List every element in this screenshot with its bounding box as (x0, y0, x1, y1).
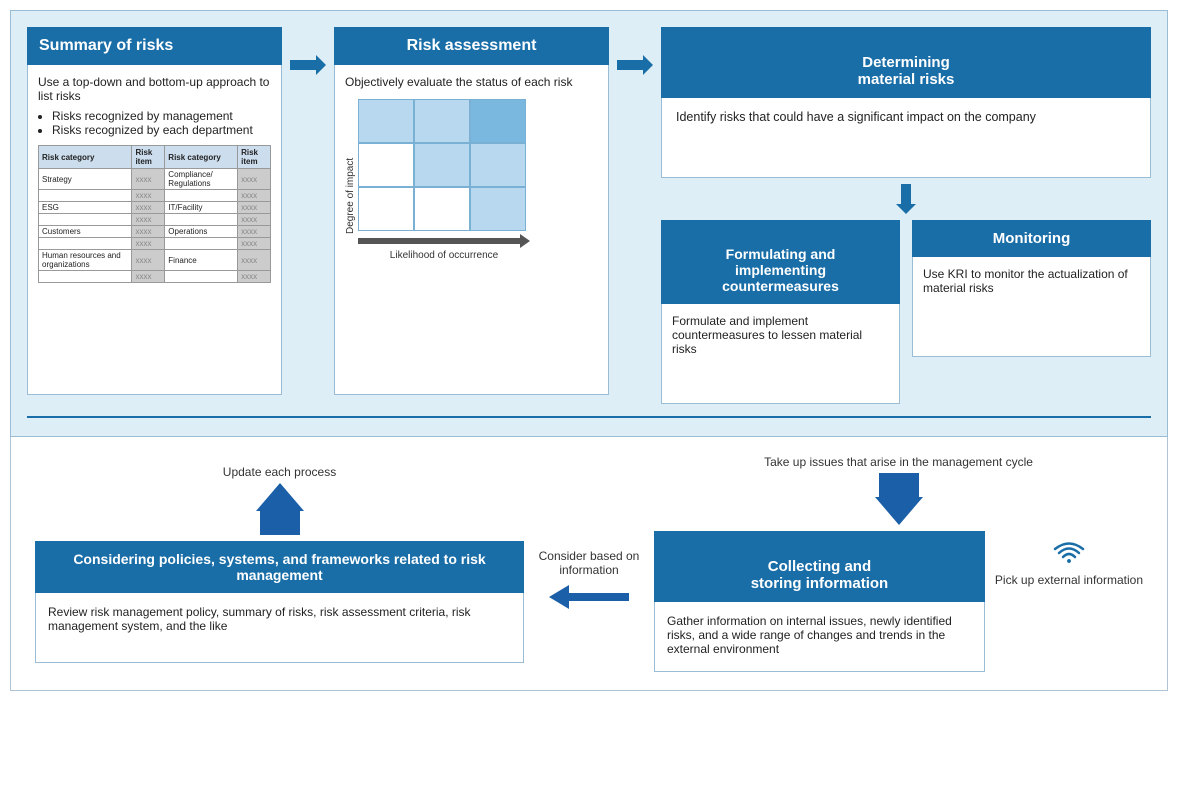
table-col1h2: Risk item (132, 146, 165, 169)
table-col2h2: Risk item (238, 146, 271, 169)
table-row: xxxxxxxx (39, 238, 271, 250)
arrow-down-determining (661, 184, 1151, 214)
cell-1-2 (414, 99, 470, 143)
formulating-content: Formulate and implement countermeasures … (661, 304, 900, 404)
middle-connector: Consider based on information (524, 509, 654, 619)
policies-header: Considering policies, systems, and frame… (35, 541, 524, 593)
takeup-label-row: Take up issues that arise in the managem… (764, 455, 1033, 525)
table-row: xxxxxxxx (39, 214, 271, 226)
table-col2h1: Risk category (165, 146, 238, 169)
cell-2-1 (358, 143, 414, 187)
determining-header: Determining material risks (661, 27, 1151, 98)
matrix-row-3 (358, 187, 530, 231)
wifi-icon (1053, 541, 1085, 569)
summary-list: Risks recognized by management Risks rec… (38, 109, 271, 137)
collecting-content: Gather information on internal issues, n… (654, 602, 985, 672)
matrix-wrapper: Degree of impact (345, 99, 598, 261)
x-label: Likelihood of occurrence (358, 250, 530, 261)
down-arrow-big (875, 473, 923, 525)
outer-container: Summary of risks Use a top-down and bott… (10, 10, 1168, 437)
determining-content: Identify risks that could have a signifi… (661, 98, 1151, 178)
risk-assessment-desc: Objectively evaluate the status of each … (345, 75, 598, 89)
table-row: CustomersxxxxOperationsxxxx (39, 226, 271, 238)
formulating-box: Formulating and implementing countermeas… (661, 220, 900, 404)
policies-content: Review risk management policy, summary o… (35, 593, 524, 663)
summary-box: Summary of risks Use a top-down and bott… (27, 27, 282, 395)
collecting-desc: Gather information on internal issues, n… (667, 614, 952, 656)
risk-assessment-header: Risk assessment (334, 27, 609, 65)
matrix-inner: Likelihood of occurrence (358, 99, 530, 261)
formulating-header: Formulating and implementing countermeas… (661, 220, 900, 304)
summary-bullet2: Risks recognized by each department (52, 123, 271, 137)
determining-box: Determining material risks Identify risk… (661, 27, 1151, 178)
left-col: Update each process Considering policies… (35, 465, 524, 663)
monitoring-header: Monitoring (912, 220, 1151, 257)
cell-2-3 (470, 143, 526, 187)
update-label-row: Update each process (223, 465, 336, 535)
policies-box: Considering policies, systems, and frame… (35, 541, 524, 663)
matrix-row-2 (358, 143, 530, 187)
collecting-box: Collecting and storing information Gathe… (654, 531, 985, 672)
bottom-section: Update each process Considering policies… (10, 437, 1168, 691)
right-col: Take up issues that arise in the managem… (654, 455, 1143, 672)
monitoring-desc: Use KRI to monitor the actualization of … (923, 267, 1128, 295)
cell-3-3 (470, 187, 526, 231)
cell-1-3 (470, 99, 526, 143)
up-arrow-big (256, 483, 304, 535)
matrix-row-1 (358, 99, 530, 143)
top-row: Summary of risks Use a top-down and bott… (27, 27, 1151, 404)
summary-content: Use a top-down and bottom-up approach to… (27, 65, 282, 395)
summary-desc: Use a top-down and bottom-up approach to… (38, 75, 271, 103)
cell-2-2 (414, 143, 470, 187)
form-monitor-row: Formulating and implementing countermeas… (661, 220, 1151, 404)
bottom-row: Update each process Considering policies… (35, 455, 1143, 672)
monitoring-content: Use KRI to monitor the actualization of … (912, 257, 1151, 357)
x-axis-row (358, 234, 530, 248)
determining-desc: Identify risks that could have a signifi… (676, 110, 1036, 124)
consider-label: Consider based on information (524, 549, 654, 577)
table-row: xxxxxxxx (39, 271, 271, 283)
cell-3-2 (414, 187, 470, 231)
risk-assessment-box: Risk assessment Objectively evaluate the… (334, 27, 609, 395)
collecting-outer: Collecting and storing information Gathe… (654, 531, 1143, 672)
table-row: ESGxxxxIT/Facilityxxxx (39, 202, 271, 214)
takeup-label: Take up issues that arise in the managem… (764, 455, 1033, 469)
summary-table: Risk category Risk item Risk category Ri… (38, 145, 271, 283)
right-section: Determining material risks Identify risk… (661, 27, 1151, 404)
summary-header: Summary of risks (27, 27, 282, 65)
monitoring-box: Monitoring Use KRI to monitor the actual… (912, 220, 1151, 404)
table-row: xxxxxxxx (39, 190, 271, 202)
table-row: StrategyxxxxCompliance/ Regulationsxxxx (39, 169, 271, 190)
summary-bullet1: Risks recognized by management (52, 109, 271, 123)
risk-assessment-content: Objectively evaluate the status of each … (334, 65, 609, 395)
pickup-label: Pick up external information (995, 573, 1143, 587)
collecting-header: Collecting and storing information (654, 531, 985, 602)
y-label: Degree of impact (345, 131, 356, 261)
cell-1-1 (358, 99, 414, 143)
bottom-connector (27, 414, 1151, 420)
left-arrow-horiz (549, 585, 629, 609)
arrow-right-2 (609, 27, 661, 75)
table-col1h1: Risk category (39, 146, 132, 169)
pickup-col: Pick up external information (995, 541, 1143, 587)
formulating-desc: Formulate and implement countermeasures … (672, 314, 862, 356)
arrow-right-1 (282, 27, 334, 75)
cell-3-1 (358, 187, 414, 231)
policies-desc: Review risk management policy, summary o… (48, 605, 471, 633)
table-row: Human resources and organizationsxxxxFin… (39, 250, 271, 271)
update-label: Update each process (223, 465, 336, 479)
